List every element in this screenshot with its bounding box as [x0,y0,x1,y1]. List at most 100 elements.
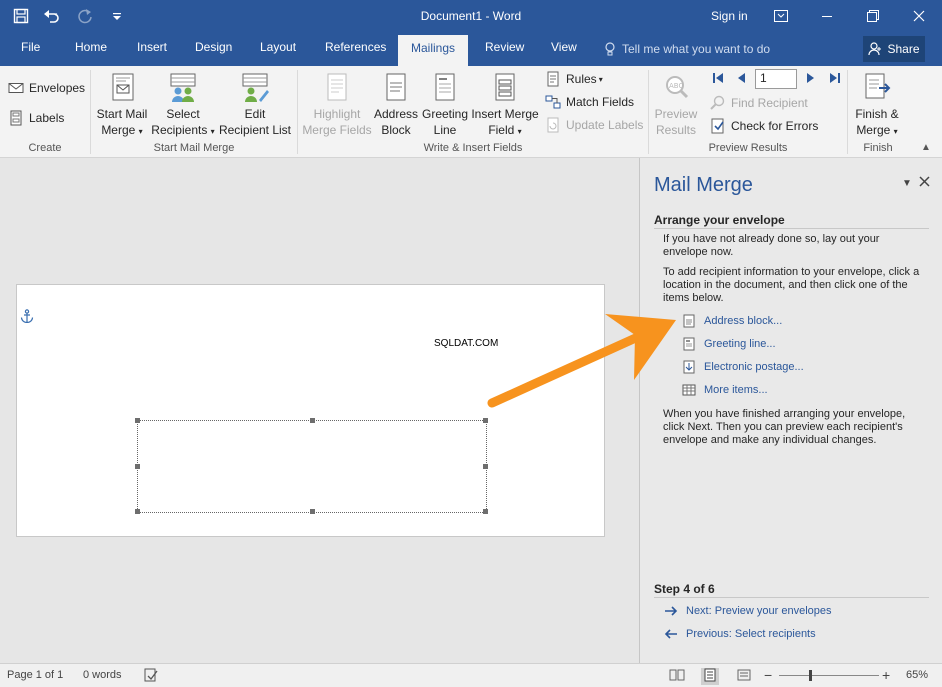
resize-handle[interactable] [135,509,140,514]
record-number-input[interactable]: 1 [755,69,797,89]
highlight-merge-fields-icon [327,73,347,101]
greeting-line-button[interactable]: Greeting Line [421,72,469,138]
previous-record-icon[interactable] [736,72,746,84]
pane-options-icon[interactable]: ▼ [902,178,912,189]
edit-recipient-list-icon [242,73,269,102]
labels-button[interactable]: Labels [8,110,64,126]
select-recipients-button[interactable]: Select Recipients ▾ [150,72,216,140]
address-block-link[interactable]: Address block... [682,314,782,328]
finish-merge-button[interactable]: Finish & Merge ▾ [851,72,903,140]
update-labels-icon [547,117,559,133]
zoom-slider-thumb[interactable] [808,670,812,681]
preview-results-button[interactable]: ABC Preview Results [652,72,700,138]
word-count[interactable]: 0 words [83,669,122,681]
edit-recipient-list-button[interactable]: Edit Recipient List [218,72,292,138]
zoom-level[interactable]: 65% [906,669,928,681]
pane-divider [654,228,929,229]
address-block-icon [386,73,406,101]
finish-group-label: Finish [863,142,893,154]
arrow-left-icon [664,629,677,639]
resize-handle[interactable] [310,509,315,514]
share-label: Share [887,42,920,56]
sign-in-link[interactable]: Sign in [711,9,748,23]
zoom-in-icon[interactable]: + [882,667,890,683]
collapse-ribbon-icon[interactable]: ▲ [921,142,931,153]
more-items-link[interactable]: More items... [682,383,768,397]
insert-merge-field-button[interactable]: Insert Merge Field ▾ [470,72,540,140]
restore-icon[interactable] [850,0,896,32]
update-labels-button[interactable]: Update Labels [545,117,643,133]
start-mail-merge-button[interactable]: Start Mail Merge ▾ [96,72,148,140]
lightbulb-icon [605,42,615,56]
address-block-button[interactable]: Address Block [373,72,419,138]
close-icon[interactable] [896,0,942,32]
electronic-postage-icon [683,360,695,374]
more-items-icon [682,384,696,396]
zoom-out-icon[interactable]: − [764,667,772,683]
create-group-label: Create [28,142,62,154]
envelopes-button[interactable]: Envelopes [8,80,85,96]
resize-handle[interactable] [135,464,140,469]
chevron-down-icon: ▾ [138,127,143,136]
read-mode-icon[interactable] [669,668,685,685]
envelope-page[interactable]: SQLDAT.COM [16,284,605,537]
return-address: SQLDAT.COM [434,338,499,349]
tab-references[interactable]: References [325,40,386,54]
resize-handle[interactable] [483,418,488,423]
record-nav-forward [806,72,841,84]
tab-layout[interactable]: Layout [260,40,296,54]
address-block-label-1: Address [373,107,419,121]
tab-insert[interactable]: Insert [137,40,167,54]
start-mail-merge-label-1: Start Mail [96,107,148,121]
insert-merge-field-label-1: Insert Merge [471,107,539,121]
find-recipient-button[interactable]: Find Recipient [710,95,808,111]
tab-design[interactable]: Design [195,40,232,54]
highlight-merge-fields-button[interactable]: Highlight Merge Fields [301,72,373,138]
tab-mailings[interactable]: Mailings [398,35,469,66]
print-layout-icon[interactable] [701,668,719,685]
status-bar: Page 1 of 1 0 words − + 65% [0,663,942,687]
select-recipients-label-1: Select [166,107,200,121]
proofing-icon[interactable] [144,668,158,685]
pane-close-icon[interactable] [919,174,930,190]
web-layout-icon[interactable] [737,668,751,685]
highlight-label-1: Highlight [313,107,361,121]
next-step-link[interactable]: Next: Preview your envelopes [664,605,832,617]
greeting-line-link[interactable]: Greeting line... [682,337,776,351]
next-record-icon[interactable] [806,72,816,84]
anchor-icon [20,309,34,326]
label-sheet-icon [10,110,22,126]
pane-paragraph-3: When you have finished arranging your en… [663,408,906,446]
resize-handle[interactable] [310,418,315,423]
tab-home[interactable]: Home [75,40,107,54]
tab-file[interactable]: File [21,40,40,54]
match-fields-button[interactable]: Match Fields [545,94,634,110]
select-recipients-icon [170,73,196,102]
write-insert-group-label: Write & Insert Fields [423,142,523,154]
page-count[interactable]: Page 1 of 1 [7,669,63,681]
rules-button[interactable]: Rules ▾ [545,71,603,87]
share-button[interactable]: Share [863,36,925,62]
tell-me-search[interactable]: Tell me what you want to do [604,42,770,56]
ribbon-tabs: File Home Insert Design Layout Reference… [0,32,942,66]
ribbon-display-icon[interactable] [758,0,804,32]
pane-paragraph-2: To add recipient information to your env… [663,266,920,304]
electronic-postage-link[interactable]: Electronic postage... [682,360,804,374]
minimize-icon[interactable] [804,0,850,32]
previous-step-link[interactable]: Previous: Select recipients [664,628,816,640]
address-block-label-2: Block [381,123,411,137]
delivery-address-box[interactable] [135,418,488,514]
insert-merge-field-label-2: Field [488,123,515,137]
resize-handle[interactable] [483,509,488,514]
tab-review[interactable]: Review [485,40,524,54]
resize-handle[interactable] [483,464,488,469]
document-area[interactable]: SQLDAT.COM [0,158,639,663]
finish-merge-icon [865,73,891,99]
resize-handle[interactable] [135,418,140,423]
first-record-icon[interactable] [712,72,724,84]
check-for-errors-button[interactable]: Check for Errors [710,118,818,134]
last-record-icon[interactable] [829,72,841,84]
pane-title: Mail Merge [654,174,753,196]
zoom-slider-track[interactable] [779,675,879,676]
tab-view[interactable]: View [551,40,577,54]
